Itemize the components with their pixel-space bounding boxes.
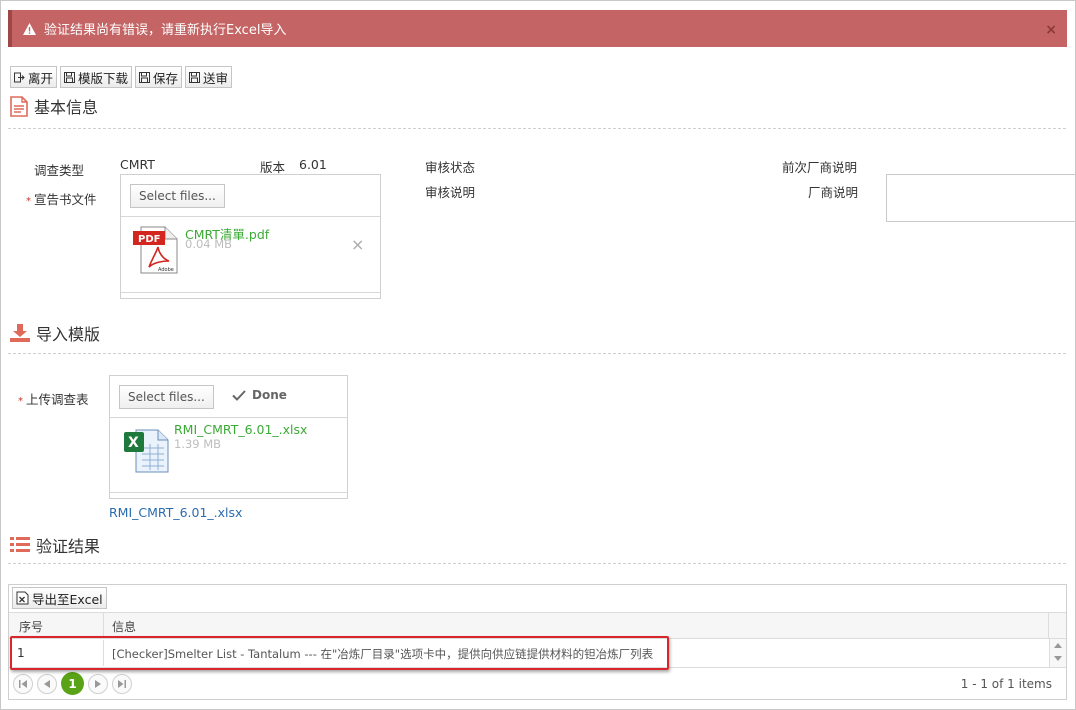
warning-icon xyxy=(22,22,36,36)
main-toolbar: 离开 模版下载 保存 送审 xyxy=(10,66,233,88)
error-alert: 验证结果尚有错误，请重新执行Excel导入 × xyxy=(8,10,1067,47)
prev-page-button[interactable] xyxy=(37,674,57,694)
document-icon xyxy=(10,95,28,117)
upload-footer xyxy=(110,492,347,498)
save-button[interactable]: 保存 xyxy=(135,66,183,88)
list-icon xyxy=(10,537,30,553)
declaration-label: * 宣告书文件 xyxy=(26,192,97,207)
divider xyxy=(8,563,1066,564)
template-download-button[interactable]: 模版下载 xyxy=(60,66,133,88)
next-page-icon xyxy=(95,680,101,688)
survey-file-name[interactable]: RMI_CMRT_6.01_.xlsx xyxy=(174,422,307,437)
survey-type-label: 调查类型 xyxy=(34,163,85,178)
upload-done-status: Done xyxy=(232,388,287,402)
save-label: 保存 xyxy=(153,70,179,86)
survey-type-value: CMRT xyxy=(120,157,155,172)
export-excel-label: 导出至Excel xyxy=(32,591,103,607)
basic-info-heading: 基本信息 xyxy=(10,94,98,118)
svg-text:Adobe: Adobe xyxy=(158,267,174,273)
save-icon xyxy=(189,71,201,83)
upload-header: Select files... Done xyxy=(110,376,347,418)
upload-header: Select files... xyxy=(121,175,380,217)
last-page-icon xyxy=(118,680,126,688)
check-icon xyxy=(232,389,246,401)
divider xyxy=(8,128,1066,129)
leave-label: 离开 xyxy=(28,70,54,86)
download-icon xyxy=(10,324,30,342)
pager-info: 1 - 1 of 1 items xyxy=(960,677,1052,691)
divider xyxy=(8,353,1066,354)
select-files-button[interactable]: Select files... xyxy=(119,385,214,409)
validation-heading: 验证结果 xyxy=(10,533,100,557)
submit-review-label: 送审 xyxy=(203,70,229,86)
import-template-title: 导入模版 xyxy=(36,325,101,344)
exit-icon xyxy=(14,72,25,82)
first-page-button[interactable] xyxy=(13,674,33,694)
alert-close-icon[interactable]: × xyxy=(1045,22,1057,38)
validation-title: 验证结果 xyxy=(36,537,101,556)
import-template-heading: 导入模版 xyxy=(10,321,100,345)
export-excel-button[interactable]: 导出至Excel xyxy=(12,587,107,609)
excel-icon xyxy=(16,591,29,605)
survey-file-link[interactable]: RMI_CMRT_6.01_.xlsx xyxy=(109,505,242,520)
required-mark: * xyxy=(26,196,31,207)
vendor-note-textarea[interactable] xyxy=(886,174,1076,222)
svg-text:X: X xyxy=(128,435,139,451)
basic-info-title: 基本信息 xyxy=(34,98,99,117)
next-page-button[interactable] xyxy=(88,674,108,694)
save-icon xyxy=(64,71,76,83)
template-download-label: 模版下载 xyxy=(78,70,129,86)
leave-button[interactable]: 离开 xyxy=(10,66,58,88)
alert-message: 验证结果尚有错误，请重新执行Excel导入 xyxy=(44,23,287,38)
excel-file-icon: X xyxy=(122,426,172,479)
declaration-file-size: 0.04 MB xyxy=(185,237,233,251)
upload-footer xyxy=(121,292,380,298)
save-icon xyxy=(139,71,151,83)
select-files-button[interactable]: Select files... xyxy=(130,184,225,208)
grid-pager: 1 1 - 1 of 1 items xyxy=(9,667,1066,699)
grid-scrollbar[interactable] xyxy=(1049,639,1066,667)
survey-file-size: 1.39 MB xyxy=(174,437,222,451)
row-highlight-annotation xyxy=(10,636,669,670)
required-mark: * xyxy=(18,396,23,407)
submit-review-button[interactable]: 送审 xyxy=(185,66,233,88)
version-value: 6.01 xyxy=(299,157,327,172)
survey-upload: Select files... Done X RMI_CMRT_6.01_.xl… xyxy=(109,375,348,499)
current-page[interactable]: 1 xyxy=(61,672,84,695)
first-page-icon xyxy=(19,680,27,688)
remove-file-icon[interactable]: × xyxy=(351,235,364,254)
scroll-down-icon[interactable] xyxy=(1054,656,1062,661)
upload-survey-label: * 上传调查表 xyxy=(18,392,89,407)
declaration-upload: Select files... PDF Adobe CMRT清單.pdf 0.0… xyxy=(120,174,381,299)
svg-text:PDF: PDF xyxy=(138,234,160,245)
review-note-label: 审核说明 xyxy=(425,185,476,200)
prev-page-icon xyxy=(44,680,50,688)
grid-toolbar: 导出至Excel xyxy=(9,585,1066,613)
vendor-note-label: 厂商说明 xyxy=(808,185,859,200)
last-page-button[interactable] xyxy=(112,674,132,694)
pdf-file-icon: PDF Adobe xyxy=(131,225,181,278)
prev-vendor-note-label: 前次厂商说明 xyxy=(782,160,858,175)
scroll-up-icon[interactable] xyxy=(1054,643,1062,648)
review-status-label: 审核状态 xyxy=(425,160,476,175)
